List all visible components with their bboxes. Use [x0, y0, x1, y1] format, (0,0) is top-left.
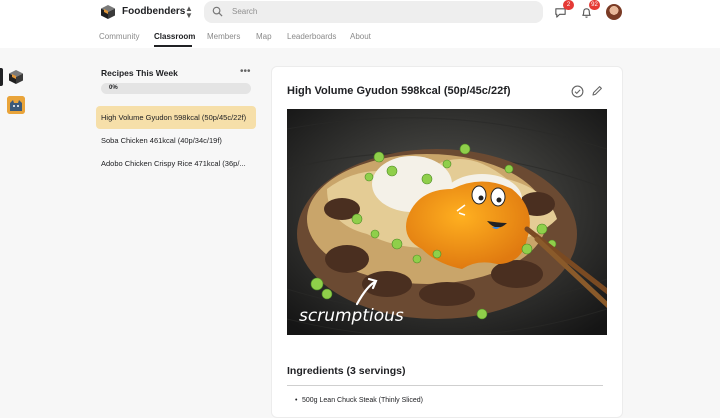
search-input[interactable]: Search [232, 7, 257, 16]
divider [287, 385, 603, 386]
community-cat-icon[interactable] [7, 96, 25, 114]
check-circle-icon[interactable] [571, 85, 584, 98]
notification-badge: 92 [589, 0, 600, 10]
chat-badge: 2 [563, 0, 574, 10]
active-tab-indicator [154, 45, 192, 47]
more-options-icon[interactable]: ••• [240, 66, 251, 77]
brand-name[interactable]: Foodbenders [122, 6, 185, 17]
user-avatar[interactable] [606, 4, 622, 20]
ingredient-item: 500g Lean Chuck Steak (Thinly Sliced) [302, 397, 424, 404]
lesson-item-gyudon[interactable]: High Volume Gyudon 598kcal (50p/45c/22f) [96, 106, 256, 129]
search-icon [212, 6, 223, 17]
tab-map[interactable]: Map [256, 32, 272, 41]
course-title: Recipes This Week [101, 68, 178, 78]
rail-active-indicator [0, 68, 3, 86]
tab-classroom[interactable]: Classroom [154, 32, 195, 41]
ingredients-heading: Ingredients (3 servings) [287, 365, 406, 377]
brand-logo-icon[interactable] [100, 4, 116, 20]
community-foodbenders-icon[interactable] [8, 69, 24, 85]
lesson-item-soba-chicken[interactable]: Soba Chicken 461kcal (40p/34c/19f) [96, 129, 256, 152]
lesson-item-adobo-chicken[interactable]: Adobo Chicken Crispy Rice 471kcal (36p/.… [96, 152, 256, 175]
photo-caption: scrumptious [299, 306, 404, 326]
course-progress-label: 0% [109, 85, 118, 91]
gyudon-photo: scrumptious [287, 109, 607, 335]
tab-about[interactable]: About [350, 32, 371, 41]
top-header: Foodbenders ▲ ▼ Search 2 92 Community Cla… [0, 0, 720, 48]
list-bullet: • [295, 397, 298, 404]
lesson-title: High Volume Gyudon 598kcal (50p/45c/22f) [287, 85, 511, 97]
tab-leaderboards[interactable]: Leaderboards [287, 32, 336, 41]
pencil-icon[interactable] [591, 85, 603, 97]
course-progress-bar [101, 83, 251, 94]
group-switcher-icon[interactable]: ▲ ▼ [184, 5, 194, 20]
tab-community[interactable]: Community [99, 32, 139, 41]
tab-members[interactable]: Members [207, 32, 240, 41]
